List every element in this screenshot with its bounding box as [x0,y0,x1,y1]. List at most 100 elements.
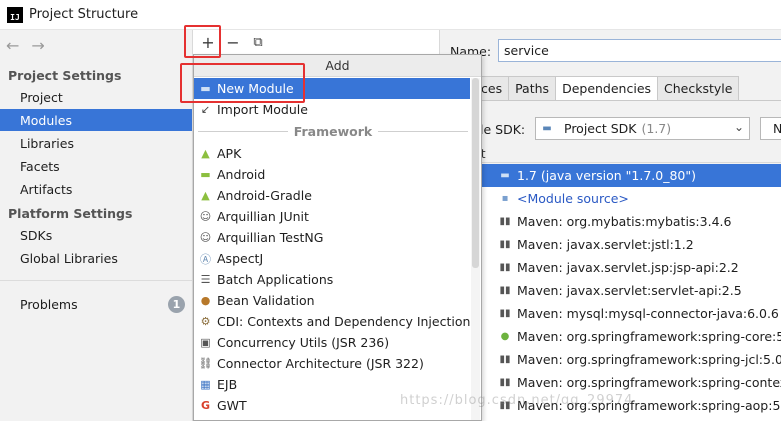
menu-item-android-gradle[interactable]: ▲ Android-Gradle [194,185,470,206]
dependency-label: Maven: javax.servlet:jstl:1.2 [517,237,694,252]
module-tabs: ces Paths Dependencies Checkstyle [440,76,740,100]
dependency-label: Maven: javax.servlet.jsp:jsp-api:2.2 [517,260,739,275]
menu-item-label: Arquillian JUnit [217,209,309,224]
sidebar-divider [0,280,192,281]
bean-icon: ● [200,294,211,307]
dependencies-tab-content: le SDK: ▬ Project SDK (1.7) ⌄ N rt ▬ 1.7… [440,100,781,421]
sidebar-item-problems[interactable]: Problems 1 [0,293,192,315]
import-icon: ↙ [200,103,211,116]
forward-arrow-icon[interactable]: → [31,36,44,55]
dependency-label: Maven: org.springframework:spring-jcl:5.… [517,352,781,367]
cdi-icon: ⚙ [200,315,211,328]
dependency-label: <Module source> [517,191,629,206]
menu-item-connector-architecture[interactable]: ⛓ Connector Architecture (JSR 322) [194,353,470,374]
settings-sidebar: ← → Project Settings Project Modules Lib… [0,30,193,421]
menu-item-batch-applications[interactable]: ☰ Batch Applications [194,269,470,290]
dependency-row[interactable]: ▪ <Module source> [482,187,781,210]
menu-item-cdi[interactable]: ⚙ CDI: Contexts and Dependency Injection [194,311,471,332]
copy-icon[interactable]: ⧉ [247,32,269,52]
tab-dependencies[interactable]: Dependencies [555,76,659,100]
folder-icon: ▬ [500,170,510,181]
concurrency-icon: ▣ [200,336,211,349]
menu-item-label: Android [217,167,266,182]
module-name-input[interactable]: service [498,39,781,62]
dependency-row[interactable]: ▮▮ Maven: org.springframework:spring-con… [482,371,781,394]
menu-item-concurrency-utils[interactable]: ▣ Concurrency Utils (JSR 236) [194,332,470,353]
framework-section-label: Framework [293,123,373,139]
library-icon: ▮▮ [499,262,511,273]
library-icon: ▮▮ [499,239,511,250]
library-icon: ▮▮ [499,354,511,365]
android-icon: ▲ [201,147,210,160]
batch-icon: ☰ [200,273,211,286]
modules-toolbar: + − ⧉ [193,30,440,54]
sidebar-item-global-libraries[interactable]: Global Libraries [0,247,192,269]
android-folder-icon: ▬ [200,168,211,181]
dependency-label: Maven: javax.servlet:servlet-api:2.5 [517,283,742,298]
menu-item-bean-validation[interactable]: ● Bean Validation [194,290,470,311]
dependency-row[interactable]: ▮▮ Maven: javax.servlet:servlet-api:2.5 [482,279,781,302]
sidebar-item-libraries[interactable]: Libraries [0,132,192,154]
menu-item-label: CDI: Contexts and Dependency Injection [217,314,471,329]
module-sdk-version: (1.7) [641,121,672,136]
menu-item-apk[interactable]: ▲ APK [194,143,470,164]
module-sdk-value: Project SDK [564,121,637,136]
dependency-row[interactable]: ▬ 1.7 (java version "1.7.0_80") [482,164,781,187]
menu-item-arquillian-junit[interactable]: ☺ Arquillian JUnit [194,206,470,227]
sidebar-item-sdks[interactable]: SDKs [0,224,192,246]
menu-item-label: Concurrency Utils (JSR 236) [217,335,390,350]
menu-item-label: Bean Validation [217,293,315,308]
remove-button[interactable]: − [222,32,244,52]
menu-item-label: Arquillian TestNG [217,230,324,245]
popup-scrollbar-thumb[interactable] [472,78,479,268]
dependency-label: Maven: org.springframework:spring-contex… [517,375,781,390]
dependency-row[interactable]: ● Maven: org.springframework:spring-core… [482,325,781,348]
back-arrow-icon[interactable]: ← [6,36,19,55]
menu-item-label: AspectJ [217,251,264,266]
dependency-row[interactable]: ▮▮ Maven: org.springframework:spring-jcl… [482,348,781,371]
module-sdk-select[interactable]: ▬ Project SDK (1.7) ⌄ [535,117,750,140]
dependency-row[interactable]: ▮▮ Maven: org.mybatis:mybatis:3.4.6 [482,210,781,233]
sidebar-item-artifacts[interactable]: Artifacts [0,178,192,200]
sidebar-item-facets[interactable]: Facets [0,155,192,177]
dependency-row[interactable]: ▮▮ Maven: mysql:mysql-connector-java:6.0… [482,302,781,325]
dependency-label: Maven: mysql:mysql-connector-java:6.0.6 [517,306,779,321]
arquillian-icon: ☺ [199,231,212,244]
sidebar-item-modules[interactable]: Modules [0,109,192,131]
gwt-icon: G [200,399,211,412]
module-details-panel: Name: service ces Paths Dependencies Che… [440,30,781,421]
arquillian-icon: ☺ [199,210,212,223]
sidebar-item-project[interactable]: Project [0,86,192,108]
nav-arrows: ← → [6,36,45,55]
problems-label: Problems [20,296,78,312]
tab-paths[interactable]: Paths [508,76,557,100]
menu-item-arquillian-testng[interactable]: ☺ Arquillian TestNG [194,227,470,248]
menu-item-label: Batch Applications [217,272,334,287]
framework-separator: Framework [198,122,468,140]
connector-icon: ⛓ [198,357,213,370]
title-bar: IJ Project Structure [0,0,781,30]
menu-item-label: Connector Architecture (JSR 322) [217,356,424,371]
chevron-down-icon: ⌄ [733,120,744,134]
dependencies-column-header: rt [440,147,781,163]
new-sdk-button[interactable]: N [760,117,781,140]
spring-leaf-icon: ● [500,331,510,342]
intellij-logo-icon: IJ [7,6,23,23]
android-icon: ▲ [201,189,210,202]
dependency-row[interactable]: ▮▮ Maven: javax.servlet.jsp:jsp-api:2.2 [482,256,781,279]
menu-item-label: GWT [217,398,247,413]
menu-item-android[interactable]: ▬ Android [194,164,470,185]
menu-item-aspectj[interactable]: Ⓐ AspectJ [194,248,470,269]
library-icon: ▮▮ [499,308,511,319]
tab-checkstyle[interactable]: Checkstyle [657,76,740,100]
dependency-row[interactable]: ▮▮ Maven: javax.servlet:jstl:1.2 [482,233,781,256]
window-title: Project Structure [29,7,139,22]
menu-item-label: Android-Gradle [217,188,312,203]
watermark: https://blog.csdn.net/qq_29974 [400,393,634,408]
popup-scrollbar[interactable] [471,78,480,420]
menu-item-label: APK [217,146,242,161]
menu-item-ejb[interactable]: ▦ EJB [194,374,470,395]
dependency-label: 1.7 (java version "1.7.0_80") [517,168,696,183]
menu-item-label: Import Module [217,102,308,117]
problems-count-badge: 1 [168,296,185,313]
